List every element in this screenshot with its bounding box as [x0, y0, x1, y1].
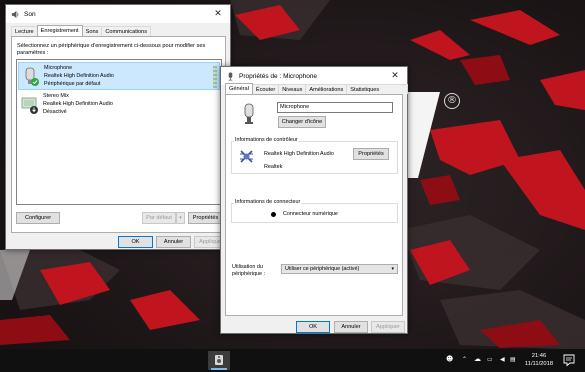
tab-enregistrement[interactable]: Enregistrement [36, 25, 83, 36]
device-usage-select[interactable]: Utiliser ce périphérique (activé) ▾ [281, 264, 398, 274]
stereo-mix-icon [21, 97, 38, 114]
connector-info-title: Informations de connecteur [234, 199, 302, 205]
chevron-down-icon: ▾ [179, 215, 182, 221]
notification-icon[interactable] [562, 353, 576, 367]
keyboard-icon[interactable]: ▤ [510, 356, 516, 363]
sound-dialog-titlebar[interactable]: Son ✕ [6, 5, 230, 23]
tab-lecture[interactable]: Lecture [11, 26, 38, 36]
speaker-icon [11, 10, 19, 18]
tab-niveaux[interactable]: Niveaux [278, 84, 307, 94]
sound-dialog: Son ✕ Lecture Enregistrement Sons Commun… [5, 4, 231, 250]
chevron-down-icon: ▾ [391, 266, 394, 272]
change-icon-button[interactable]: Changer d'icône [278, 116, 326, 128]
controller-name: Realtek High Definition Audio [264, 151, 334, 157]
cancel-button[interactable]: Annuler [156, 236, 191, 248]
microphone-icon [228, 71, 233, 80]
general-panel: Microphone Changer d'icône Informations … [225, 94, 403, 316]
tab-communications[interactable]: Communications [101, 26, 152, 36]
device-status: Désactivé [43, 109, 67, 115]
properties-dialog-title: Propriétés de : Microphone [239, 72, 318, 80]
tab-general[interactable]: Général [225, 83, 253, 94]
network-icon[interactable]: ▭ [487, 356, 493, 363]
cancel-button[interactable]: Annuler [334, 321, 368, 333]
controller-vendor: Realtek [264, 164, 283, 170]
controller-properties-button[interactable]: Propriétés [353, 148, 389, 160]
controller-info-group: Informations de contrôleur Realtek High … [231, 137, 398, 174]
configure-button[interactable]: Configurer [16, 212, 60, 224]
sound-dialog-title: Son [24, 10, 36, 18]
device-name: Stereo Mix [43, 93, 69, 99]
volume-icon[interactable]: ◀ [500, 356, 505, 363]
connector-info-group: Informations de connecteur Connecteur nu… [231, 199, 398, 223]
connector-dot-icon [271, 212, 276, 217]
properties-dialog: Propriétés de : Microphone ✕ Général Éco… [220, 66, 408, 334]
taskbar-clock[interactable]: 21:46 11/11/2018 [519, 352, 559, 368]
set-default-dropdown[interactable]: ▾ [176, 212, 185, 224]
chevron-up-icon[interactable]: ⌃ [462, 356, 467, 363]
connector-type: Connecteur numérique [283, 211, 338, 217]
microphone-icon [25, 67, 39, 86]
instruction-text: Sélectionnez un périphérique d'enregistr… [17, 43, 206, 56]
device-driver: Realtek High Definition Audio [44, 73, 114, 79]
apply-button[interactable]: Appliquer [371, 321, 405, 333]
device-name-field[interactable]: Microphone [277, 102, 393, 113]
device-item-stereo-mix[interactable]: Stereo Mix Realtek High Definition Audio… [18, 91, 220, 119]
registered-mark: ® [444, 93, 460, 109]
active-app-indicator [211, 368, 227, 370]
device-driver: Realtek High Definition Audio [43, 101, 113, 107]
properties-tabs: Général Écouter Niveaux Améliorations St… [225, 83, 408, 101]
microphone-device-icon [244, 103, 254, 124]
controller-info-title: Informations de contrôleur [234, 137, 299, 143]
set-default-button[interactable]: Par défaut [142, 212, 176, 224]
realtek-crab-icon [240, 150, 253, 163]
ok-button[interactable]: OK [296, 321, 330, 333]
tab-ecouter[interactable]: Écouter [251, 84, 280, 94]
tab-sons[interactable]: Sons [81, 26, 103, 36]
device-item-microphone[interactable]: Microphone Realtek High Definition Audio… [18, 62, 220, 90]
clock-date: 11/11/2018 [524, 361, 554, 367]
properties-button[interactable]: Propriétés [188, 212, 223, 224]
tab-statistiques-avancees[interactable]: Statistiques avancées [346, 84, 408, 101]
close-button[interactable]: ✕ [383, 67, 407, 85]
close-button[interactable]: ✕ [206, 5, 230, 23]
device-status: Périphérique par défaut [44, 81, 101, 87]
cloud-icon[interactable]: ☁ [474, 355, 481, 363]
recording-panel: Sélectionnez un périphérique d'enregistr… [11, 36, 226, 233]
level-meter [213, 66, 217, 88]
taskbar: ☻ ⌃ ☁ ▭ ◀ ▤ 21:46 11/11/2018 [0, 349, 585, 372]
recording-device-list[interactable]: Microphone Realtek High Definition Audio… [16, 59, 222, 205]
people-icon[interactable]: ☻ [446, 355, 453, 363]
clock-time: 21:46 [531, 353, 547, 359]
ok-button[interactable]: OK [118, 236, 153, 248]
device-name: Microphone [44, 65, 73, 71]
device-usage-label: Utilisation du périphérique : [232, 264, 265, 277]
sound-settings-app-icon [215, 355, 223, 365]
device-usage-value: Utiliser ce périphérique (activé) [285, 266, 360, 272]
sound-tabs: Lecture Enregistrement Sons Communicatio… [11, 25, 152, 36]
tab-ameliorations[interactable]: Améliorations [305, 84, 348, 94]
taskbar-app-sound-settings[interactable] [208, 351, 230, 370]
